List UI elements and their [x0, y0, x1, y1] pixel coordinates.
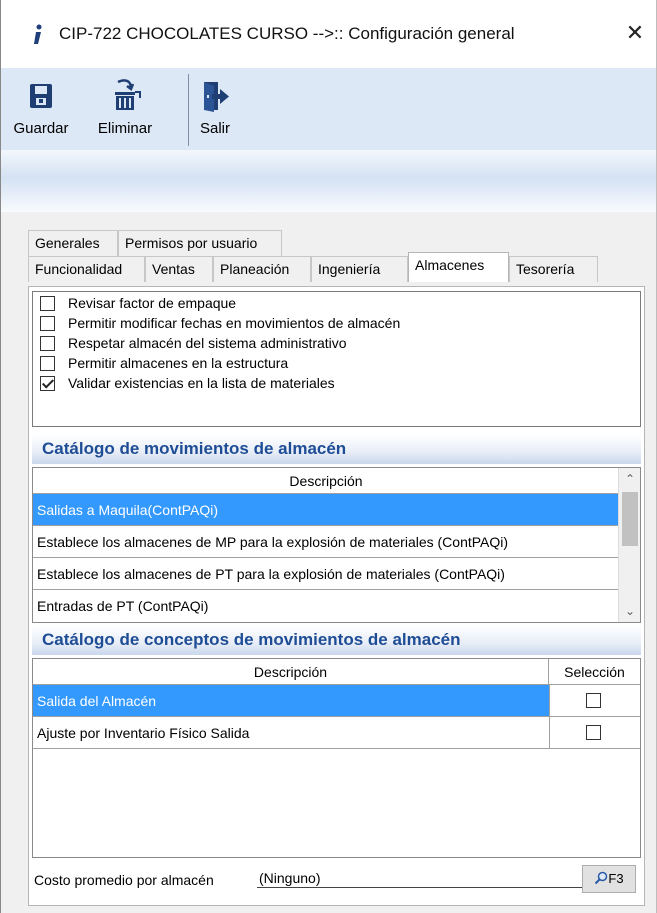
delete-button[interactable]: Eliminar: [77, 78, 173, 144]
lookup-f3-button[interactable]: F3: [582, 865, 636, 893]
delete-label: Eliminar: [97, 120, 153, 137]
movimientos-row[interactable]: Establece los almacenes de PT para la ex…: [33, 558, 619, 590]
save-label: Guardar: [13, 120, 69, 137]
option-label: Permitir almacenes en la estructura: [68, 355, 289, 371]
scroll-thumb[interactable]: [622, 492, 638, 546]
option-permitir-modificar-fechas[interactable]: Permitir modificar fechas en movimientos…: [40, 312, 400, 334]
tab-permisos-por-usuario[interactable]: Permisos por usuario: [118, 230, 282, 256]
config-window: CIP-722 CHOCOLATES CURSO -->:: Configura…: [0, 0, 657, 913]
scroll-down-icon[interactable]: ⌄: [619, 600, 640, 622]
option-permitir-almacenes-estructura[interactable]: Permitir almacenes en la estructura: [40, 352, 288, 374]
movimientos-scrollbar[interactable]: ⌃ ⌄: [618, 468, 640, 622]
title-bar: CIP-722 CHOCOLATES CURSO -->:: Configura…: [1, 0, 656, 68]
window-title: CIP-722 CHOCOLATES CURSO -->:: Configura…: [59, 24, 515, 43]
option-revisar-factor-empaque[interactable]: Revisar factor de empaque: [40, 292, 236, 314]
tab-almacenes[interactable]: Almacenes: [408, 252, 509, 282]
option-label: Permitir modificar fechas en movimientos…: [68, 315, 401, 331]
content-area: Generales Permisos por usuario Funcional…: [1, 212, 656, 913]
movimientos-row[interactable]: Entradas de PT (ContPAQi): [33, 590, 619, 622]
option-label: Respetar almacén del sistema administrat…: [68, 335, 347, 351]
movimientos-section-title: Catálogo de movimientos de almacén: [32, 434, 641, 464]
save-button[interactable]: Guardar: [11, 78, 71, 144]
exit-icon: [204, 82, 229, 112]
scroll-up-icon[interactable]: ⌃: [619, 468, 640, 490]
costo-promedio-field[interactable]: (Ninguno): [257, 868, 587, 888]
header-banner: [1, 150, 656, 212]
option-label: Revisar factor de empaque: [68, 295, 237, 311]
conceptos-column-seleccion[interactable]: Selección: [549, 659, 640, 685]
option-checkbox[interactable]: [40, 335, 55, 351]
exit-label: Salir: [199, 120, 230, 137]
conceptos-row[interactable]: Salida del Almacén: [33, 685, 549, 717]
tab-ingenieria[interactable]: Ingeniería: [311, 256, 408, 282]
conceptos-grid: Descripción Selección Salida del Almacén…: [32, 658, 641, 858]
conceptos-row[interactable]: Ajuste por Inventario Físico Salida: [33, 717, 549, 749]
tab-ventas[interactable]: Ventas: [145, 256, 213, 282]
toolbar: Guardar Eliminar Salir: [1, 68, 656, 150]
option-respetar-almacen[interactable]: Respetar almacén del sistema administrat…: [40, 332, 347, 354]
tab-generales[interactable]: Generales: [28, 230, 118, 256]
movimientos-row[interactable]: Salidas a Maquila(ContPAQi): [33, 494, 619, 526]
lookup-f3-label: F3: [608, 871, 624, 886]
toolbar-separator: [188, 74, 189, 146]
conceptos-section-title: Catálogo de conceptos de movimientos de …: [32, 625, 641, 655]
tab-tesoreria[interactable]: Tesorería: [509, 256, 598, 282]
option-checkbox[interactable]: [40, 375, 55, 391]
search-icon: [595, 871, 608, 885]
conceptos-column-descripcion[interactable]: Descripción: [33, 659, 549, 685]
option-checkbox[interactable]: [40, 315, 55, 331]
movimientos-column-descripcion[interactable]: Descripción: [33, 468, 619, 494]
row-select-checkbox[interactable]: [586, 693, 601, 708]
option-label: Validar existencias en la lista de mater…: [68, 375, 335, 391]
option-checkbox[interactable]: [40, 355, 55, 371]
almacenes-panel: Revisar factor de empaque Permitir modif…: [28, 286, 645, 906]
movimientos-row[interactable]: Establece los almacenes de MP para la ex…: [33, 526, 619, 558]
tab-planeacion[interactable]: Planeación: [213, 256, 311, 282]
conceptos-select-cell[interactable]: [549, 717, 640, 749]
options-group: Revisar factor de empaque Permitir modif…: [32, 291, 641, 427]
save-icon: [30, 84, 52, 108]
delete-icon: [115, 79, 141, 110]
row-select-checkbox[interactable]: [586, 725, 601, 740]
conceptos-select-cell[interactable]: [549, 685, 640, 717]
exit-button[interactable]: Salir: [193, 78, 237, 144]
costo-promedio-label: Costo promedio por almacén: [34, 872, 214, 888]
info-icon: [34, 24, 42, 44]
option-validar-existencias[interactable]: Validar existencias en la lista de mater…: [40, 372, 335, 394]
close-button[interactable]: ✕: [620, 18, 650, 48]
tab-funcionalidad[interactable]: Funcionalidad: [28, 256, 145, 282]
movimientos-grid: Descripción Salidas a Maquila(ContPAQi) …: [32, 467, 641, 623]
option-checkbox[interactable]: [40, 295, 55, 311]
